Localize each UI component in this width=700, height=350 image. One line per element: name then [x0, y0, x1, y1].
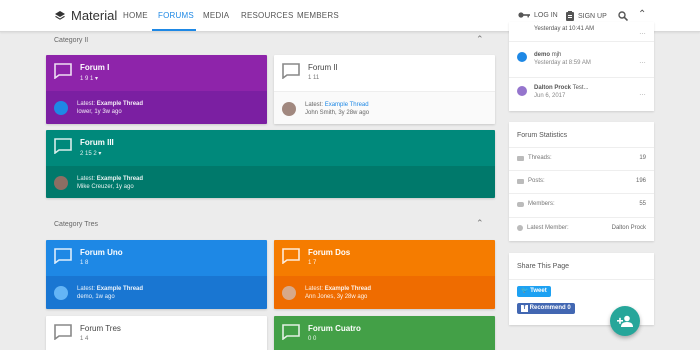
- forum-stats: 0 0: [308, 336, 317, 342]
- forum-title[interactable]: Forum Uno: [80, 248, 123, 257]
- facebook-icon: f: [521, 305, 528, 312]
- panel-title: Forum Statistics: [517, 132, 568, 139]
- forum-stats: 1 4: [80, 336, 89, 342]
- search-icon[interactable]: [618, 11, 628, 21]
- threads-icon: [517, 155, 524, 161]
- person-icon: [517, 225, 523, 231]
- forum-title[interactable]: Forum III: [80, 138, 114, 147]
- panel-title: Share This Page: [517, 263, 570, 270]
- forum-title[interactable]: Forum I: [80, 63, 109, 72]
- latest-post: Latest: Example Thread John Smith, 3y 28…: [305, 102, 370, 116]
- site-title: Material: [71, 8, 118, 23]
- forum-icon: [54, 138, 72, 154]
- members-icon: [517, 201, 524, 207]
- forum-card[interactable]: Forum III 2 15 2 ▾ Latest: Example Threa…: [46, 130, 495, 198]
- nav-resources[interactable]: RESOURCES: [241, 11, 293, 20]
- avatar[interactable]: [517, 52, 527, 62]
- forum-icon: [282, 324, 300, 340]
- more-icon[interactable]: …: [639, 90, 646, 97]
- forum-card[interactable]: Forum I 1 9 1 ▾ Latest: Example Thread l…: [46, 55, 267, 124]
- recent-post[interactable]: demo mjh Yesterday at 8:59 AM: [534, 51, 591, 67]
- forum-title[interactable]: Forum Dos: [308, 248, 350, 257]
- forum-card[interactable]: Forum Cuatro 0 0: [274, 316, 495, 350]
- avatar[interactable]: [282, 286, 296, 300]
- forum-title[interactable]: Forum Tres: [80, 324, 121, 333]
- forum-stats: 2 15 2 ▾: [80, 151, 102, 157]
- tweet-button[interactable]: 🐦 Tweet: [517, 286, 551, 297]
- forum-icon: [54, 248, 72, 264]
- login-button[interactable]: LOG IN: [518, 11, 558, 19]
- collapse-icon[interactable]: ⌃: [476, 218, 484, 229]
- more-icon[interactable]: …: [639, 58, 646, 65]
- forum-title[interactable]: Forum II: [308, 63, 338, 72]
- nav-forums[interactable]: FORUMS: [158, 11, 194, 20]
- nav-members[interactable]: MEMBERS: [297, 11, 339, 20]
- latest-post: Latest: Example Thread demo, 1w ago: [77, 286, 144, 300]
- forum-stats: 1 7: [308, 260, 317, 266]
- latest-post: Latest: Example Thread Mike Creuzer, 1y …: [77, 176, 144, 190]
- category-title: Category Tres: [54, 221, 98, 228]
- signup-button[interactable]: SIGN UP: [566, 11, 607, 21]
- active-tab-indicator: [152, 29, 196, 31]
- forum-card[interactable]: Forum Uno 1 8 Latest: Example Thread dem…: [46, 240, 267, 309]
- forum-title[interactable]: Forum Cuatro: [308, 324, 361, 333]
- avatar[interactable]: [54, 176, 68, 190]
- avatar[interactable]: [517, 86, 527, 96]
- forum-card[interactable]: Forum Tres 1 4: [46, 316, 267, 350]
- forum-stats: 1 9 1 ▾: [80, 76, 99, 82]
- chevron-up-icon[interactable]: ⌃: [638, 9, 646, 20]
- layers-icon: [55, 10, 65, 20]
- recent-post-time: Yesterday at 10:41 AM: [534, 26, 595, 32]
- forum-icon: [282, 63, 300, 79]
- recommend-button[interactable]: f Recommend 0: [517, 303, 575, 314]
- nav-media[interactable]: MEDIA: [203, 11, 229, 20]
- avatar[interactable]: [54, 286, 68, 300]
- twitter-icon: 🐦: [521, 288, 529, 294]
- stat-row: Members: 55: [509, 193, 654, 215]
- forum-card[interactable]: Forum II 1 11 Latest: Example Thread Joh…: [274, 55, 495, 124]
- person-add-icon: [617, 315, 633, 327]
- forum-card[interactable]: Forum Dos 1 7 Latest: Example Thread Ann…: [274, 240, 495, 309]
- more-icon[interactable]: …: [639, 29, 646, 36]
- key-icon: [518, 12, 530, 18]
- stat-row: Threads: 19: [509, 147, 654, 169]
- forum-icon: [54, 324, 72, 340]
- avatar[interactable]: [282, 102, 296, 116]
- forum-statistics-panel: Forum Statistics Threads: 19 Posts: 196 …: [509, 122, 654, 241]
- stat-row: Posts: 196: [509, 170, 654, 192]
- forum-stats: 1 8: [80, 260, 89, 266]
- stat-row: Latest Member: Dalton Prock: [509, 217, 654, 239]
- forum-stats: 1 11: [308, 75, 320, 81]
- category-title: Category II: [54, 37, 89, 44]
- add-user-fab[interactable]: [610, 306, 640, 336]
- clipboard-icon: [566, 11, 574, 21]
- latest-post: Latest: Example Thread lower, 1y 3w ago: [77, 101, 144, 115]
- avatar[interactable]: [54, 101, 68, 115]
- forum-icon: [54, 63, 72, 79]
- site-logo[interactable]: Material: [55, 8, 117, 23]
- collapse-icon[interactable]: ⌃: [476, 34, 484, 45]
- recent-posts-panel: Yesterday at 10:41 AM … demo mjh Yesterd…: [509, 22, 654, 111]
- forum-icon: [282, 248, 300, 264]
- nav-home[interactable]: HOME: [123, 11, 148, 20]
- recent-post[interactable]: Dalton Prock Test... Jun 6, 2017: [534, 84, 589, 100]
- posts-icon: [517, 178, 524, 184]
- latest-post: Latest: Example Thread Ann Jones, 3y 28w…: [305, 286, 372, 300]
